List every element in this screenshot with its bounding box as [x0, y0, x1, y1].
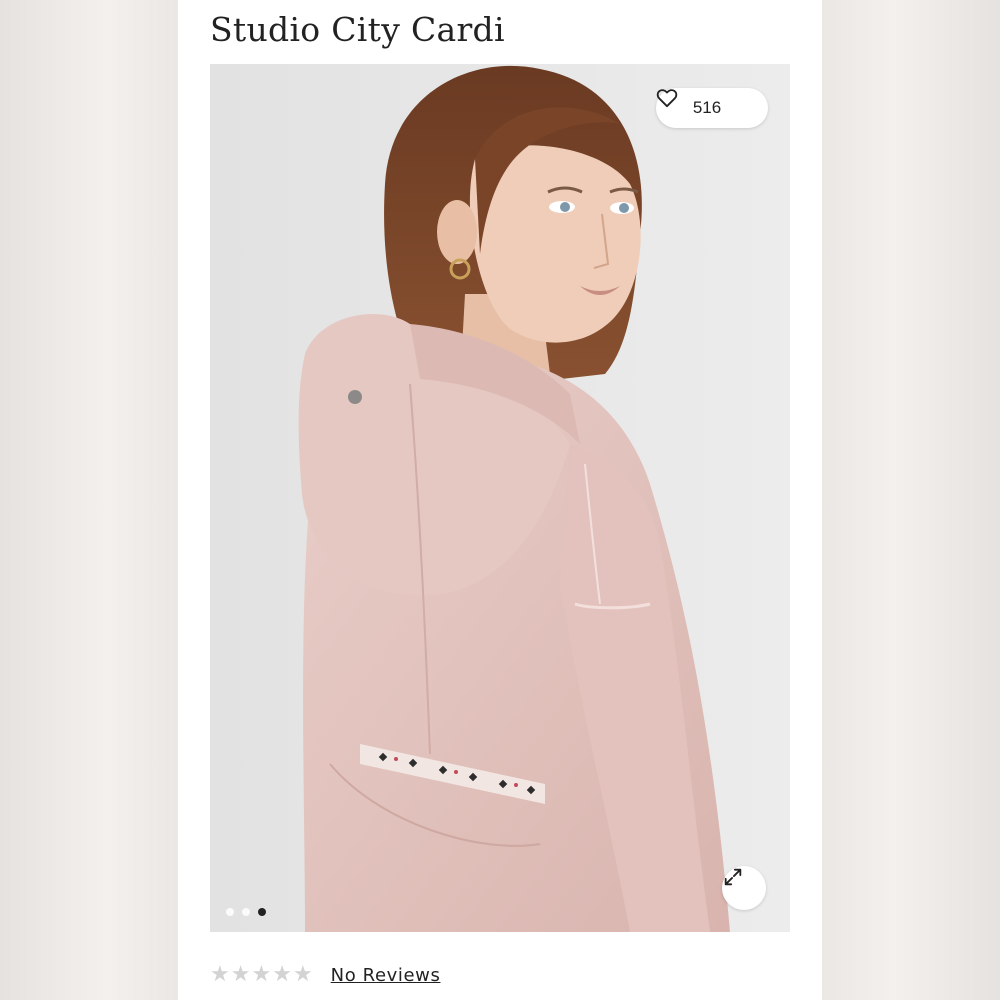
reviews-link[interactable]: No Reviews — [331, 965, 441, 986]
product-photo-illustration — [210, 64, 790, 932]
blurred-background-right — [822, 0, 1000, 1000]
star-icon: ★ — [210, 962, 230, 987]
blurred-background-left — [0, 0, 178, 1000]
expand-button[interactable] — [722, 866, 766, 910]
like-button[interactable]: 516 — [656, 88, 768, 128]
like-count: 516 — [692, 98, 722, 117]
carousel-dot[interactable] — [226, 908, 234, 916]
rating-row: ★ ★ ★ ★ ★ No Reviews — [210, 964, 440, 986]
carousel-dot-active[interactable] — [258, 908, 266, 916]
star-icon: ★ — [272, 962, 292, 987]
star-icon: ★ — [230, 962, 251, 987]
rating-stars: ★ ★ ★ ★ ★ — [210, 964, 313, 986]
carousel-dot[interactable] — [242, 908, 250, 916]
star-icon: ★ — [251, 962, 272, 987]
carousel-pagination — [226, 908, 266, 916]
star-icon: ★ — [292, 962, 313, 987]
product-image[interactable]: 516 — [210, 64, 790, 932]
product-panel: Studio City Cardi 516 ★ ★ ★ ★ ★ No Revie… — [178, 0, 822, 1000]
product-title: Studio City Cardi — [210, 10, 505, 49]
